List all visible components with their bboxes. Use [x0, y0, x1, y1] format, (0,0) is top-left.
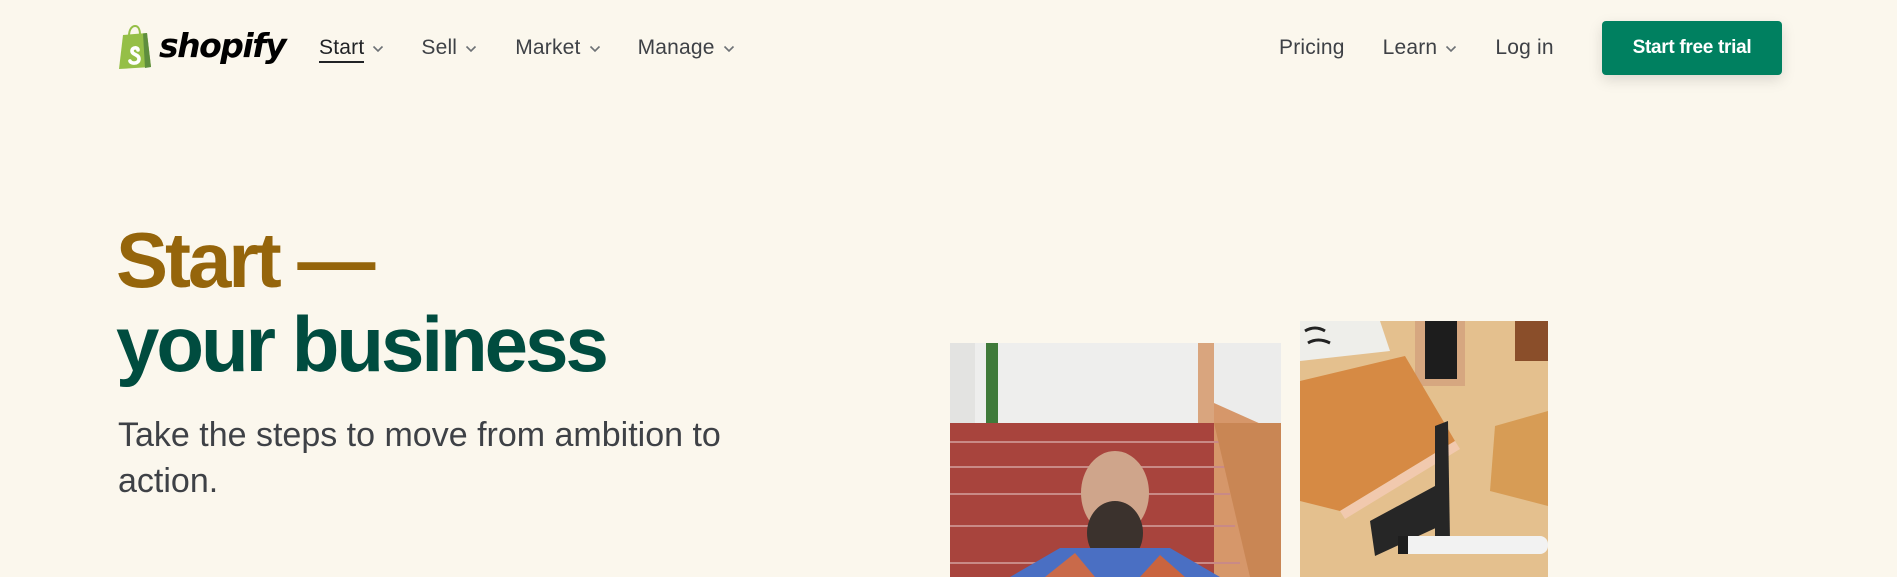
- nav-item-log-in[interactable]: Log in: [1495, 32, 1553, 64]
- start-free-trial-button[interactable]: Start free trial: [1602, 21, 1782, 75]
- brand-name: shopify: [159, 25, 287, 65]
- photo-man-on-stairs: [950, 343, 1281, 577]
- hero-title-line-2: your business: [116, 300, 609, 388]
- nav-item-learn[interactable]: Learn: [1383, 32, 1458, 64]
- nav-item-label: Log in: [1495, 36, 1554, 59]
- chevron-down-icon: [723, 45, 734, 53]
- nav-item-label: Manage: [637, 36, 715, 59]
- nav-item-sell[interactable]: Sell: [421, 32, 477, 64]
- chevron-down-icon: [373, 45, 384, 53]
- photo-leather-goods: [1300, 321, 1548, 577]
- hero-title: Start — your business: [116, 216, 609, 388]
- hero-subtitle: Take the steps to move from ambition to …: [118, 416, 721, 500]
- shopify-logo[interactable]: shopify: [117, 24, 287, 70]
- nav-item-label: Market: [515, 36, 581, 59]
- nav-item-pricing[interactable]: Pricing: [1279, 32, 1345, 64]
- nav-item-market[interactable]: Market: [515, 32, 600, 64]
- secondary-nav: Pricing Learn Log in: [1279, 32, 1554, 64]
- nav-item-label: Start: [319, 33, 365, 63]
- nav-item-manage[interactable]: Manage: [638, 32, 735, 64]
- nav-item-start[interactable]: Start: [319, 32, 384, 64]
- nav-item-label: Pricing: [1279, 36, 1345, 59]
- chevron-down-icon: [589, 45, 600, 53]
- chevron-down-icon: [466, 45, 477, 53]
- nav-item-label: Sell: [421, 36, 458, 59]
- hero-title-line-1: Start —: [116, 216, 375, 304]
- hero-image-leather-goods: [1300, 321, 1548, 577]
- chevron-down-icon: [1446, 45, 1457, 53]
- nav-item-label: Learn: [1382, 36, 1438, 59]
- primary-nav: Start Sell Market Manage: [319, 32, 773, 64]
- shopping-bag-icon: [119, 24, 151, 69]
- hero-image-man-on-stairs: [950, 343, 1281, 577]
